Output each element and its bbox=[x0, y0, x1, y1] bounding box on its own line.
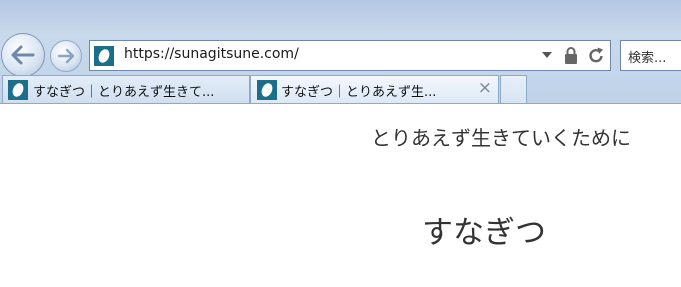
address-url[interactable]: https://sunagitsune.com/ bbox=[124, 46, 299, 62]
site-title[interactable]: すなぎつ bbox=[422, 207, 546, 252]
site-favicon-icon bbox=[94, 46, 114, 66]
search-input[interactable]: 検索... bbox=[620, 40, 681, 71]
page-content: とりあえず生きていくために すなぎつ bbox=[0, 104, 681, 287]
close-icon[interactable]: × bbox=[478, 78, 492, 98]
tab-label: すなぎつ｜とりあえず生きて... bbox=[33, 85, 215, 100]
dropdown-arrow-icon[interactable] bbox=[542, 52, 552, 58]
back-arrow-icon bbox=[11, 45, 35, 65]
refresh-icon[interactable] bbox=[587, 46, 605, 65]
tab-active[interactable]: すなぎつ｜とりあえず生... × bbox=[250, 75, 499, 103]
site-favicon-icon bbox=[257, 80, 277, 100]
forward-button[interactable] bbox=[50, 40, 82, 72]
site-tagline: とりあえず生きていくために bbox=[371, 126, 631, 150]
address-bar[interactable]: https://sunagitsune.com/ bbox=[89, 40, 611, 71]
forward-arrow-icon bbox=[57, 48, 75, 64]
tab-inactive[interactable]: すなぎつ｜とりあえず生きて... bbox=[2, 75, 250, 103]
lock-icon[interactable] bbox=[564, 47, 578, 64]
tab-label: すなぎつ｜とりあえず生... bbox=[281, 85, 437, 100]
new-tab-button[interactable] bbox=[500, 75, 527, 103]
browser-chrome: https://sunagitsune.com/ 検索... すなぎつ｜とりあえ… bbox=[0, 0, 681, 104]
back-button[interactable] bbox=[1, 33, 45, 77]
site-favicon-icon bbox=[8, 80, 28, 100]
